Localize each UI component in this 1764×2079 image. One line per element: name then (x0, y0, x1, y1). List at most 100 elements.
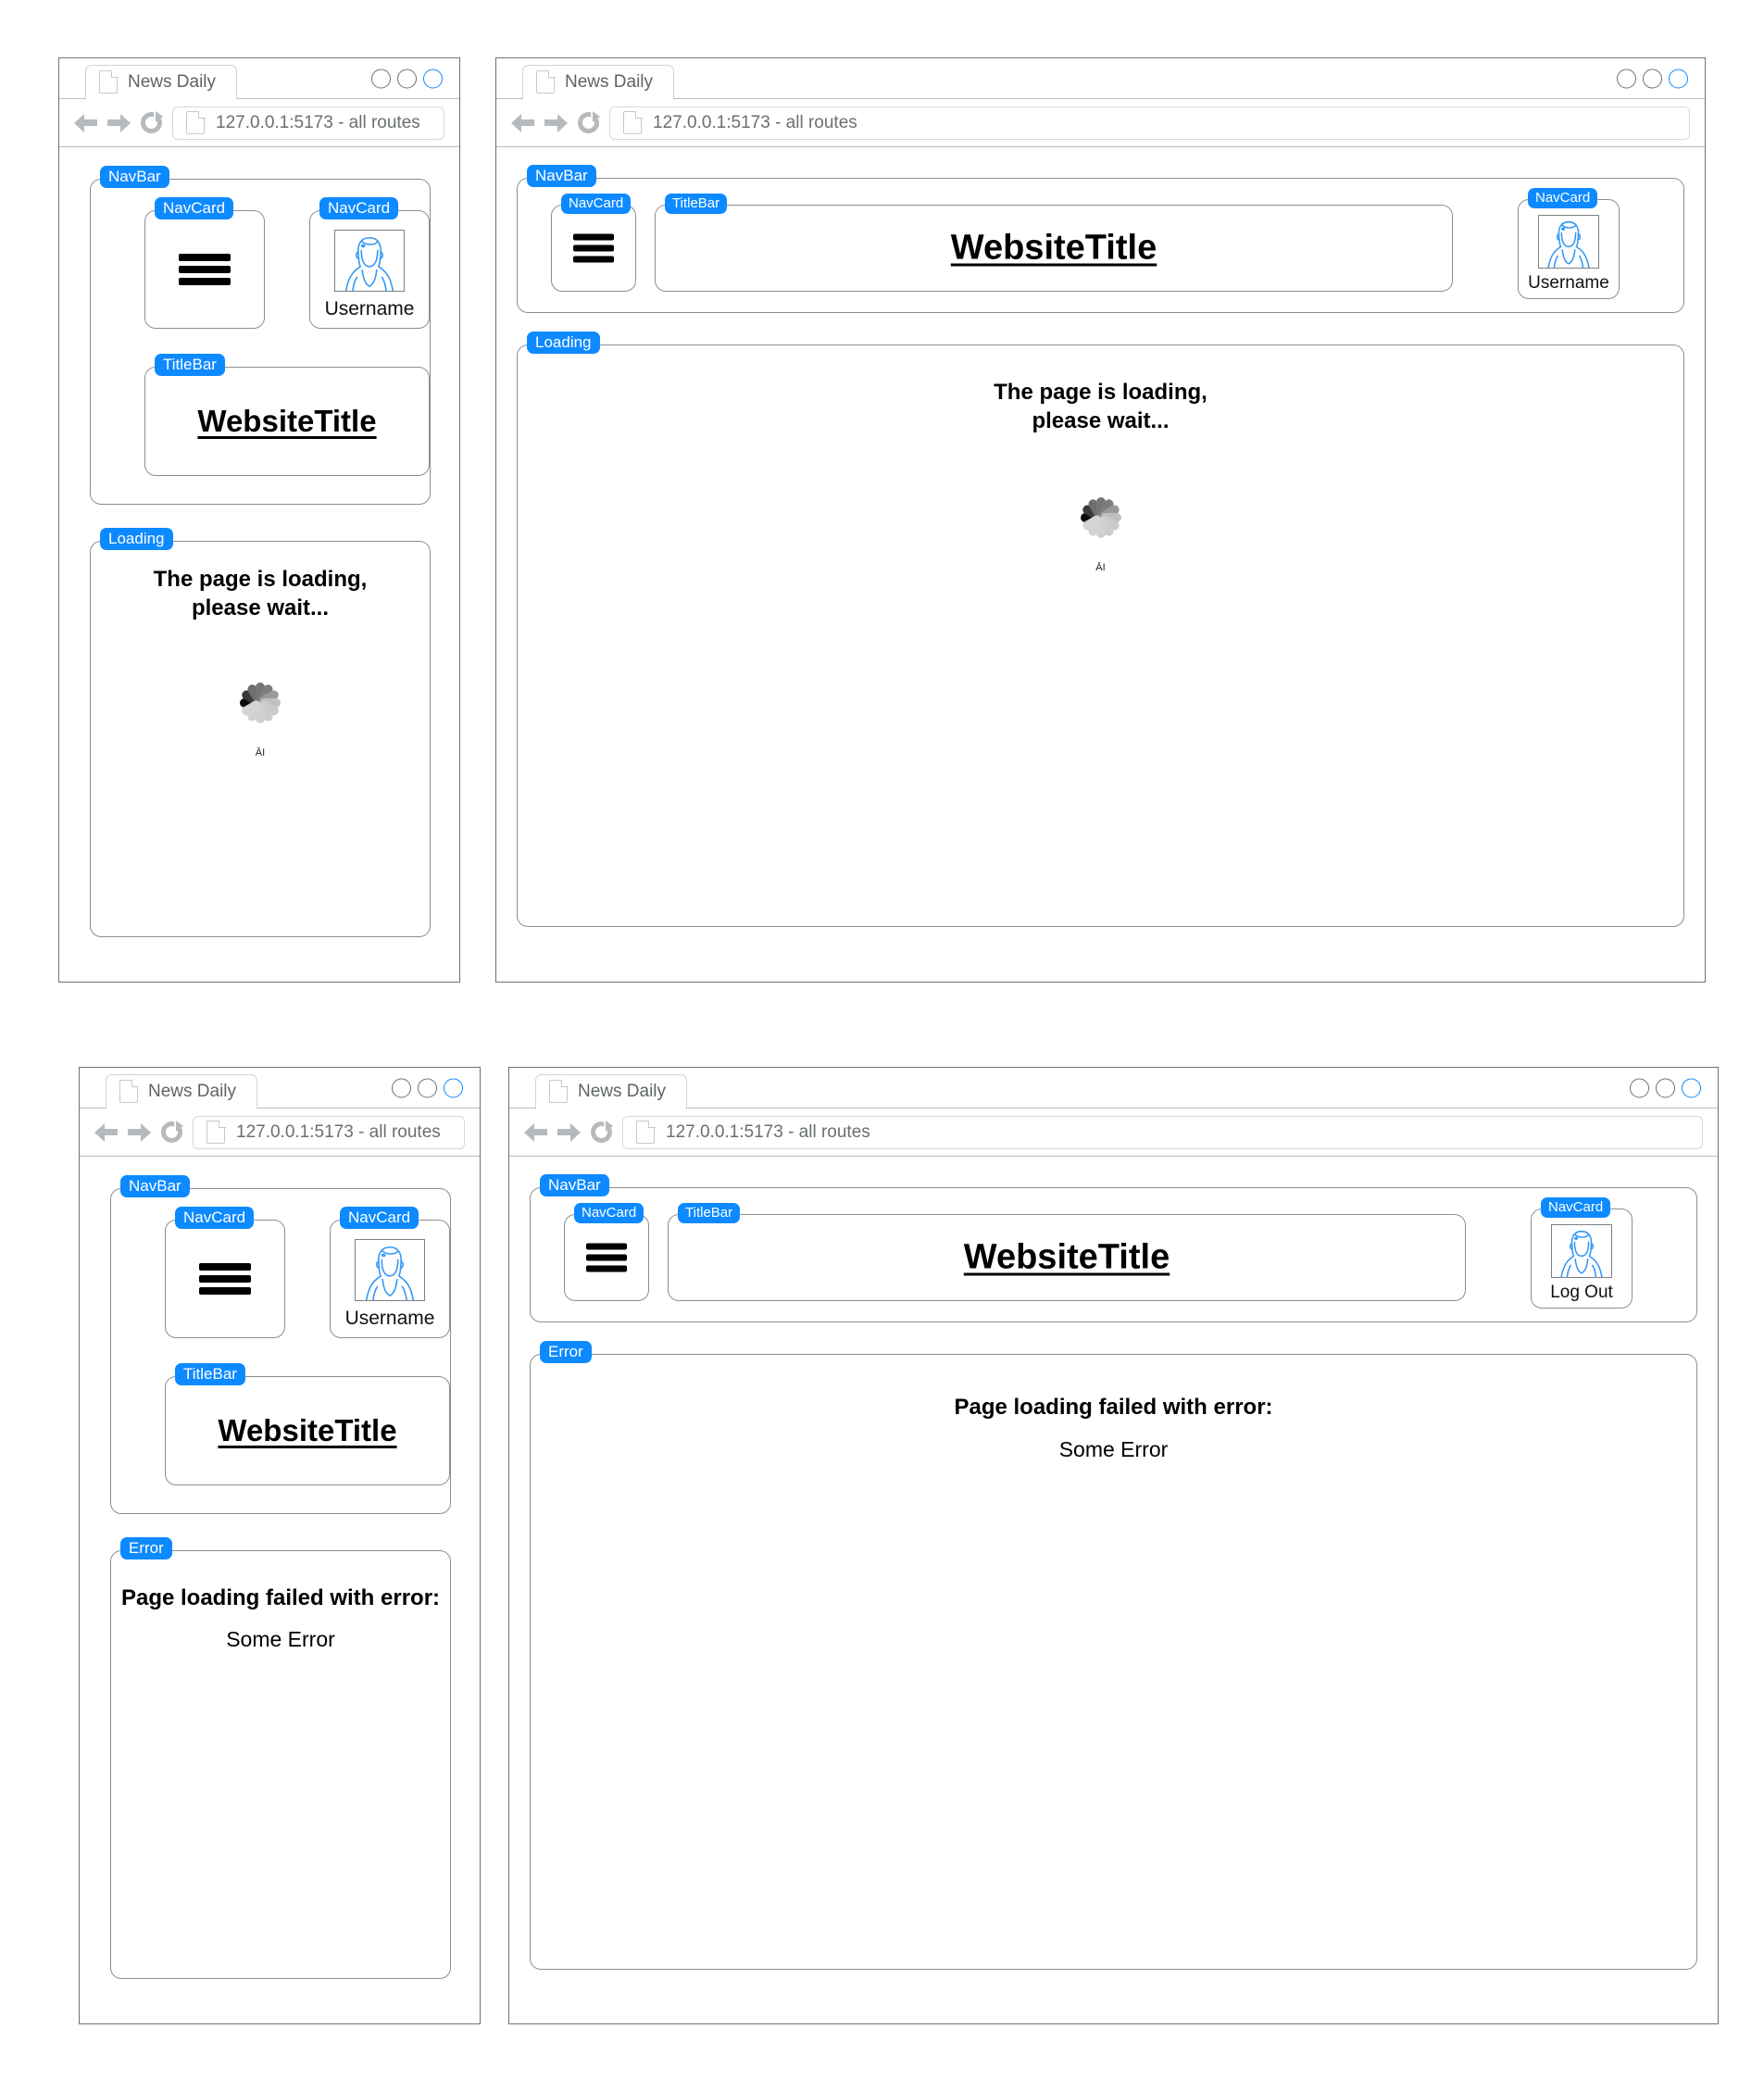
spinner-caption: ĀI (1095, 562, 1106, 573)
url-input-2[interactable]: 127.0.0.1:5173 - all routes (609, 106, 1690, 140)
navcard-label: NavCard (319, 197, 399, 219)
navcard-label: NavCard (175, 1207, 255, 1229)
url-bar-row-2: 127.0.0.1:5173 - all routes (496, 99, 1705, 147)
hamburger-menu-icon[interactable] (586, 1243, 627, 1272)
navcard-menu-3[interactable]: NavCard (165, 1207, 285, 1338)
page-viewport-3: NavBar NavCard NavCard Username TitleBar… (80, 1158, 480, 2023)
url-bar-row-3: 127.0.0.1:5173 - all routes (80, 1108, 480, 1157)
error-detail: Some Error (1058, 1437, 1169, 1461)
hamburger-menu-icon[interactable] (199, 1263, 251, 1295)
url-input-4[interactable]: 127.0.0.1:5173 - all routes (622, 1115, 1703, 1149)
navcard-menu-1[interactable]: NavCard (144, 197, 265, 329)
navcard-username-label: Username (1528, 273, 1609, 293)
navbar-label: NavBar (540, 1174, 609, 1196)
hamburger-menu-icon[interactable] (573, 233, 614, 263)
back-arrow-icon[interactable] (74, 113, 98, 133)
navcard-user-1[interactable]: NavCard Username (309, 197, 430, 329)
error-panel-4: Error Page loading failed with error: So… (530, 1341, 1697, 1970)
close-circle-icon[interactable] (444, 1078, 463, 1097)
loading-spinner-icon (218, 660, 303, 745)
browser-window-3: News Daily 127.0.0.1:5173 - all routes N… (79, 1067, 481, 2024)
loading-line-2: please wait... (191, 595, 330, 620)
page-icon (536, 69, 556, 94)
browser-tab-2[interactable]: News Daily (522, 64, 675, 100)
error-detail: Some Error (226, 1627, 335, 1651)
back-arrow-icon[interactable] (524, 1122, 548, 1143)
close-circle-icon[interactable] (423, 69, 443, 88)
minimize-circle-icon[interactable] (392, 1078, 411, 1097)
url-bar-row-4: 127.0.0.1:5173 - all routes (509, 1108, 1718, 1157)
minimize-circle-icon[interactable] (371, 69, 391, 88)
page-icon (636, 1120, 656, 1144)
navcard-logout-label: Log Out (1550, 1283, 1613, 1302)
forward-arrow-icon[interactable] (557, 1122, 581, 1143)
forward-arrow-icon[interactable] (127, 1122, 151, 1143)
tab-bar-4: News Daily (509, 1068, 1718, 1109)
navbar-1: NavBar NavCard NavCard Username TitleBar… (90, 166, 431, 505)
tab-title: News Daily (128, 71, 217, 92)
navcard-label: NavCard (1541, 1197, 1611, 1218)
reload-icon[interactable] (589, 1120, 614, 1145)
window-controls-4 (1630, 1078, 1701, 1097)
error-label: Error (120, 1537, 172, 1559)
tab-title: News Daily (578, 1081, 667, 1101)
reload-icon[interactable] (159, 1120, 184, 1145)
browser-window-4: News Daily 127.0.0.1:5173 - all routes N… (508, 1067, 1719, 2024)
titlebar-label: TitleBar (175, 1363, 245, 1385)
hamburger-menu-icon[interactable] (179, 254, 231, 285)
url-text: 127.0.0.1:5173 - all routes (216, 112, 420, 132)
tab-bar-3: News Daily (80, 1068, 480, 1109)
user-avatar-icon (1538, 215, 1599, 269)
navcard-menu-2[interactable]: NavCard (551, 194, 636, 292)
titlebar-label: TitleBar (678, 1203, 741, 1223)
url-text: 127.0.0.1:5173 - all routes (236, 1121, 441, 1142)
close-circle-icon[interactable] (1669, 69, 1688, 88)
reload-icon[interactable] (576, 110, 601, 135)
maximize-circle-icon[interactable] (397, 69, 417, 88)
reload-icon[interactable] (139, 110, 164, 135)
window-controls-2 (1617, 69, 1688, 88)
page-icon (623, 110, 643, 134)
loading-line-1: The page is loading, (153, 567, 368, 592)
url-text: 127.0.0.1:5173 - all routes (653, 112, 857, 132)
minimize-circle-icon[interactable] (1617, 69, 1636, 88)
titlebar-label: TitleBar (155, 354, 225, 376)
forward-arrow-icon[interactable] (106, 113, 131, 133)
browser-tab-4[interactable]: News Daily (535, 1073, 688, 1109)
website-title: WebsiteTitle (218, 1413, 397, 1447)
website-title: WebsiteTitle (950, 228, 1157, 268)
website-title: WebsiteTitle (197, 404, 377, 438)
user-avatar-icon (1551, 1224, 1612, 1278)
maximize-circle-icon[interactable] (418, 1078, 437, 1097)
navcard-label: NavCard (1528, 188, 1598, 208)
navcard-user-2[interactable]: NavCard Username (1518, 188, 1620, 299)
page-icon (119, 1079, 139, 1103)
browser-tab-3[interactable]: News Daily (106, 1073, 258, 1109)
maximize-circle-icon[interactable] (1643, 69, 1662, 88)
page-icon (549, 1079, 569, 1103)
navbar-2: NavBar NavCard TitleBar WebsiteTitle Nav… (517, 165, 1684, 313)
error-panel-3: Error Page loading failed with error: So… (110, 1537, 451, 1979)
maximize-circle-icon[interactable] (1656, 1078, 1675, 1097)
navcard-label: NavCard (155, 197, 234, 219)
back-arrow-icon[interactable] (511, 113, 535, 133)
url-input-1[interactable]: 127.0.0.1:5173 - all routes (172, 106, 444, 140)
close-circle-icon[interactable] (1682, 1078, 1701, 1097)
navcard-menu-4[interactable]: NavCard (564, 1203, 649, 1301)
browser-tab-1[interactable]: News Daily (85, 64, 238, 100)
titlebar-1: TitleBar WebsiteTitle (144, 354, 430, 476)
navcard-label: NavCard (574, 1203, 644, 1223)
navcard-logout-4[interactable]: NavCard Log Out (1531, 1197, 1633, 1309)
forward-arrow-icon[interactable] (544, 113, 568, 133)
titlebar-4: TitleBar WebsiteTitle (668, 1203, 1466, 1301)
loading-label: Loading (527, 332, 600, 354)
navcard-label: NavCard (561, 194, 632, 214)
minimize-circle-icon[interactable] (1630, 1078, 1649, 1097)
navcard-user-3[interactable]: NavCard Username (330, 1207, 450, 1338)
tab-title: News Daily (148, 1081, 237, 1101)
back-arrow-icon[interactable] (94, 1122, 119, 1143)
tab-title: News Daily (565, 71, 654, 92)
loading-label: Loading (100, 528, 173, 550)
url-input-3[interactable]: 127.0.0.1:5173 - all routes (193, 1115, 465, 1149)
tab-bar-2: News Daily (496, 58, 1705, 100)
